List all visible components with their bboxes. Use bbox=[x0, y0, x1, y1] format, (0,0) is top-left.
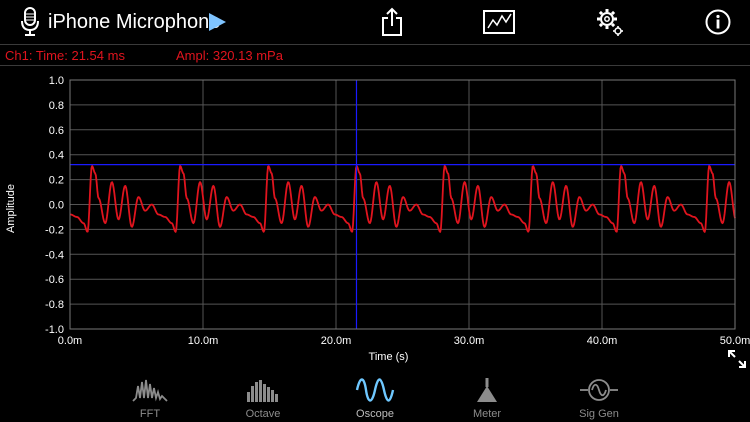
x-tick-label: 30.0m bbox=[454, 335, 485, 347]
y-tick-label: 0.6 bbox=[49, 125, 64, 137]
tab-oscope[interactable]: Oscope bbox=[330, 372, 420, 422]
tab-meter[interactable]: Meter bbox=[442, 372, 532, 422]
tab-fft[interactable]: FFT bbox=[105, 372, 195, 422]
y-tick-label: -0.8 bbox=[45, 299, 64, 311]
settings-icon[interactable] bbox=[594, 0, 626, 44]
oscope-icon bbox=[330, 376, 420, 404]
octave-icon bbox=[218, 376, 308, 404]
cursor-amplitude-readout: Ampl: 320.13 mPa bbox=[176, 48, 283, 63]
mic-icon[interactable] bbox=[18, 0, 42, 44]
tab-oscope-label: Oscope bbox=[356, 408, 394, 420]
top-toolbar: iPhone Microphone bbox=[0, 0, 750, 44]
tab-fft-label: FFT bbox=[139, 408, 161, 420]
tab-octave-label: Octave bbox=[245, 408, 281, 420]
info-icon[interactable] bbox=[704, 0, 732, 44]
x-tick-label: 50.0m bbox=[720, 335, 750, 347]
x-tick-label: 10.0m bbox=[188, 335, 219, 347]
y-tick-label: -0.6 bbox=[45, 274, 64, 286]
y-tick-label: -0.4 bbox=[45, 249, 64, 261]
share-icon[interactable] bbox=[378, 0, 406, 44]
y-tick-label: 0.8 bbox=[49, 100, 64, 112]
play-icon[interactable] bbox=[206, 0, 228, 44]
x-tick-label: 0.0m bbox=[58, 335, 82, 347]
tab-meter-label: Meter bbox=[472, 408, 502, 420]
y-tick-label: 0.0 bbox=[49, 200, 64, 212]
cursor-time-readout: Ch1: Time: 21.54 ms bbox=[5, 48, 125, 63]
source-title[interactable]: iPhone Microphone bbox=[48, 11, 220, 34]
oscilloscope-chart[interactable]: 1.0 0.8 0.6 0.4 0.2 0.0 -0.2 -0.4 -0.6 -0.8 -1.0 0.… bbox=[0, 66, 750, 372]
meter-icon bbox=[442, 376, 532, 404]
tab-siggen-label: Sig Gen bbox=[579, 408, 619, 420]
tab-siggen[interactable]: Sig Gen bbox=[554, 372, 644, 422]
y-tick-label: 0.2 bbox=[49, 175, 64, 187]
waveform-trace bbox=[69, 165, 736, 233]
tab-octave[interactable]: Octave bbox=[218, 372, 308, 422]
expand-icon[interactable] bbox=[726, 348, 748, 370]
x-tick-label: 40.0m bbox=[587, 335, 618, 347]
y-tick-label: -0.2 bbox=[45, 224, 64, 236]
x-axis-title: Time (s) bbox=[369, 351, 409, 363]
y-axis-title: Amplitude bbox=[5, 184, 17, 233]
fft-icon bbox=[105, 376, 195, 404]
cursor-readout: Ch1: Time: 21.54 ms Ampl: 320.13 mPa bbox=[0, 44, 750, 66]
siggen-icon bbox=[554, 376, 644, 404]
y-tick-label: 1.0 bbox=[49, 75, 64, 87]
tab-bar: FFT Octave Oscope Meter Sig Gen bbox=[0, 372, 750, 422]
y-tick-label: 0.4 bbox=[49, 150, 64, 162]
display-icon[interactable] bbox=[482, 0, 516, 44]
x-tick-label: 20.0m bbox=[321, 335, 352, 347]
